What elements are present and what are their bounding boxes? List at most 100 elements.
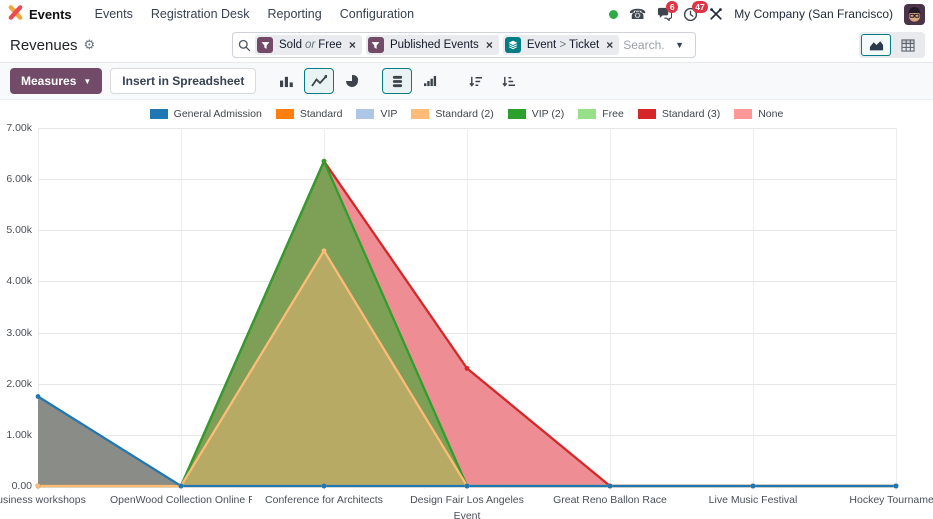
facet-label: SoldorFree [273, 39, 346, 51]
legend-swatch [356, 109, 374, 119]
legend-label: Standard (3) [662, 108, 720, 120]
legend-item[interactable]: Standard (3) [638, 108, 720, 120]
x-tick-label: Hockey Tournament [825, 494, 933, 506]
legend-label: Free [602, 108, 624, 120]
search-facet[interactable]: Published Events× [366, 35, 499, 55]
odoo-events-logo-icon [8, 5, 23, 23]
voip-phone-icon[interactable]: ☎ [629, 7, 646, 21]
navbar-menus: EventsRegistration DeskReportingConfigur… [86, 2, 423, 26]
legend-item[interactable]: Free [578, 108, 624, 120]
data-point[interactable] [179, 484, 184, 489]
legend-item[interactable]: Standard [276, 108, 343, 120]
legend-label: VIP (2) [532, 108, 564, 120]
y-tick-label: 3.00k [0, 327, 32, 339]
x-tick-label: Conference for Architects [253, 494, 395, 506]
control-panel: Revenues ⚙ SoldorFree×Published Events×E… [0, 28, 933, 62]
facet-remove-icon[interactable]: × [346, 38, 362, 52]
data-point[interactable] [36, 484, 41, 489]
app-switcher[interactable]: Events [8, 5, 72, 23]
legend-label: Standard (2) [435, 108, 493, 120]
filter-funnel-icon [257, 37, 273, 53]
data-point[interactable] [465, 366, 470, 371]
y-tick-label: 2.00k [0, 378, 32, 390]
menu-registration-desk[interactable]: Registration Desk [142, 2, 259, 26]
stacked-toggle-button[interactable] [382, 68, 412, 94]
insert-in-spreadsheet-button[interactable]: Insert in Spreadsheet [110, 68, 256, 94]
group-by-layers-icon [505, 37, 521, 53]
cumulative-toggle-button[interactable] [415, 68, 445, 94]
legend-swatch [508, 109, 526, 119]
y-tick-label: 5.00k [0, 224, 32, 236]
data-point[interactable] [322, 484, 327, 489]
menu-configuration[interactable]: Configuration [331, 2, 423, 26]
filter-funnel-icon [368, 37, 384, 53]
v-gridline [896, 128, 897, 490]
chart-legend: General Admission Standard VIP Standard (2)… [0, 108, 933, 120]
chart-canvas[interactable] [38, 128, 896, 486]
search-facet[interactable]: Event>Ticket× [503, 35, 619, 55]
legend-item[interactable]: Standard (2) [411, 108, 493, 120]
graph-toolbar: Measures▼ Insert in Spreadsheet [0, 62, 933, 100]
x-tick-label: OpenWood Collection Online Rev... [110, 494, 252, 506]
menu-events[interactable]: Events [86, 2, 142, 26]
search-input[interactable] [623, 38, 665, 52]
company-name[interactable]: My Company (San Francisco) [734, 7, 893, 21]
x-tick-label: Business workshops [0, 494, 109, 506]
menu-reporting[interactable]: Reporting [259, 2, 331, 26]
messages-icon[interactable]: 6 [657, 7, 672, 21]
search-icon [238, 39, 251, 52]
debug-tools-icon[interactable] [709, 7, 723, 21]
legend-label: VIP [380, 108, 397, 120]
cog-menu-icon[interactable]: ⚙ [84, 37, 96, 53]
legend-item[interactable]: VIP (2) [508, 108, 564, 120]
data-point[interactable] [36, 394, 41, 399]
page-title: Revenues [10, 37, 78, 54]
legend-label: Standard [300, 108, 343, 120]
activities-clock-icon[interactable]: 47 [683, 7, 698, 22]
app-name: Events [29, 7, 72, 22]
facet-remove-icon[interactable]: × [483, 38, 499, 52]
facet-label: Published Events [384, 39, 483, 51]
sort-ascending-button[interactable] [493, 68, 523, 94]
graph-view-button[interactable] [861, 34, 891, 56]
legend-item[interactable]: None [734, 108, 783, 120]
legend-label: None [758, 108, 783, 120]
search-facets: SoldorFree×Published Events×Event>Ticket… [255, 35, 619, 55]
legend-swatch [150, 109, 168, 119]
legend-label: General Admission [174, 108, 262, 120]
measures-button[interactable]: Measures▼ [10, 68, 102, 94]
systray: ☎ 6 47 My Company (San Francisco) [609, 4, 925, 25]
facet-remove-icon[interactable]: × [603, 38, 619, 52]
legend-item[interactable]: General Admission [150, 108, 262, 120]
series-area [38, 161, 896, 486]
data-point[interactable] [322, 159, 327, 164]
data-point[interactable] [894, 484, 899, 489]
pie-chart-button[interactable] [337, 68, 367, 94]
y-tick-label: 1.00k [0, 429, 32, 441]
y-tick-label: 0.00 [0, 480, 32, 492]
bar-chart-button[interactable] [271, 68, 301, 94]
line-chart-button[interactable] [304, 68, 334, 94]
legend-swatch [734, 109, 752, 119]
user-avatar[interactable] [904, 4, 925, 25]
data-point[interactable] [608, 484, 613, 489]
data-point[interactable] [751, 484, 756, 489]
search-bar[interactable]: SoldorFree×Published Events×Event>Ticket… [232, 32, 696, 58]
sort-descending-button[interactable] [460, 68, 490, 94]
y-tick-label: 7.00k [0, 122, 32, 134]
legend-item[interactable]: VIP [356, 108, 397, 120]
view-switcher [859, 32, 925, 58]
pivot-view-button[interactable] [893, 34, 923, 56]
messages-badge: 6 [666, 1, 678, 13]
legend-swatch [411, 109, 429, 119]
graph-area: General Admission Standard VIP Standard (2)… [0, 100, 933, 519]
y-tick-label: 6.00k [0, 173, 32, 185]
search-dropdown-toggle-icon[interactable]: ▼ [669, 40, 690, 50]
data-point[interactable] [322, 248, 327, 253]
x-tick-label: Design Fair Los Angeles [396, 494, 538, 506]
search-facet[interactable]: SoldorFree× [255, 35, 362, 55]
activities-badge: 47 [692, 1, 707, 13]
x-tick-label: Live Music Festival [682, 494, 824, 506]
presence-status-icon [609, 10, 618, 19]
data-point[interactable] [465, 484, 470, 489]
